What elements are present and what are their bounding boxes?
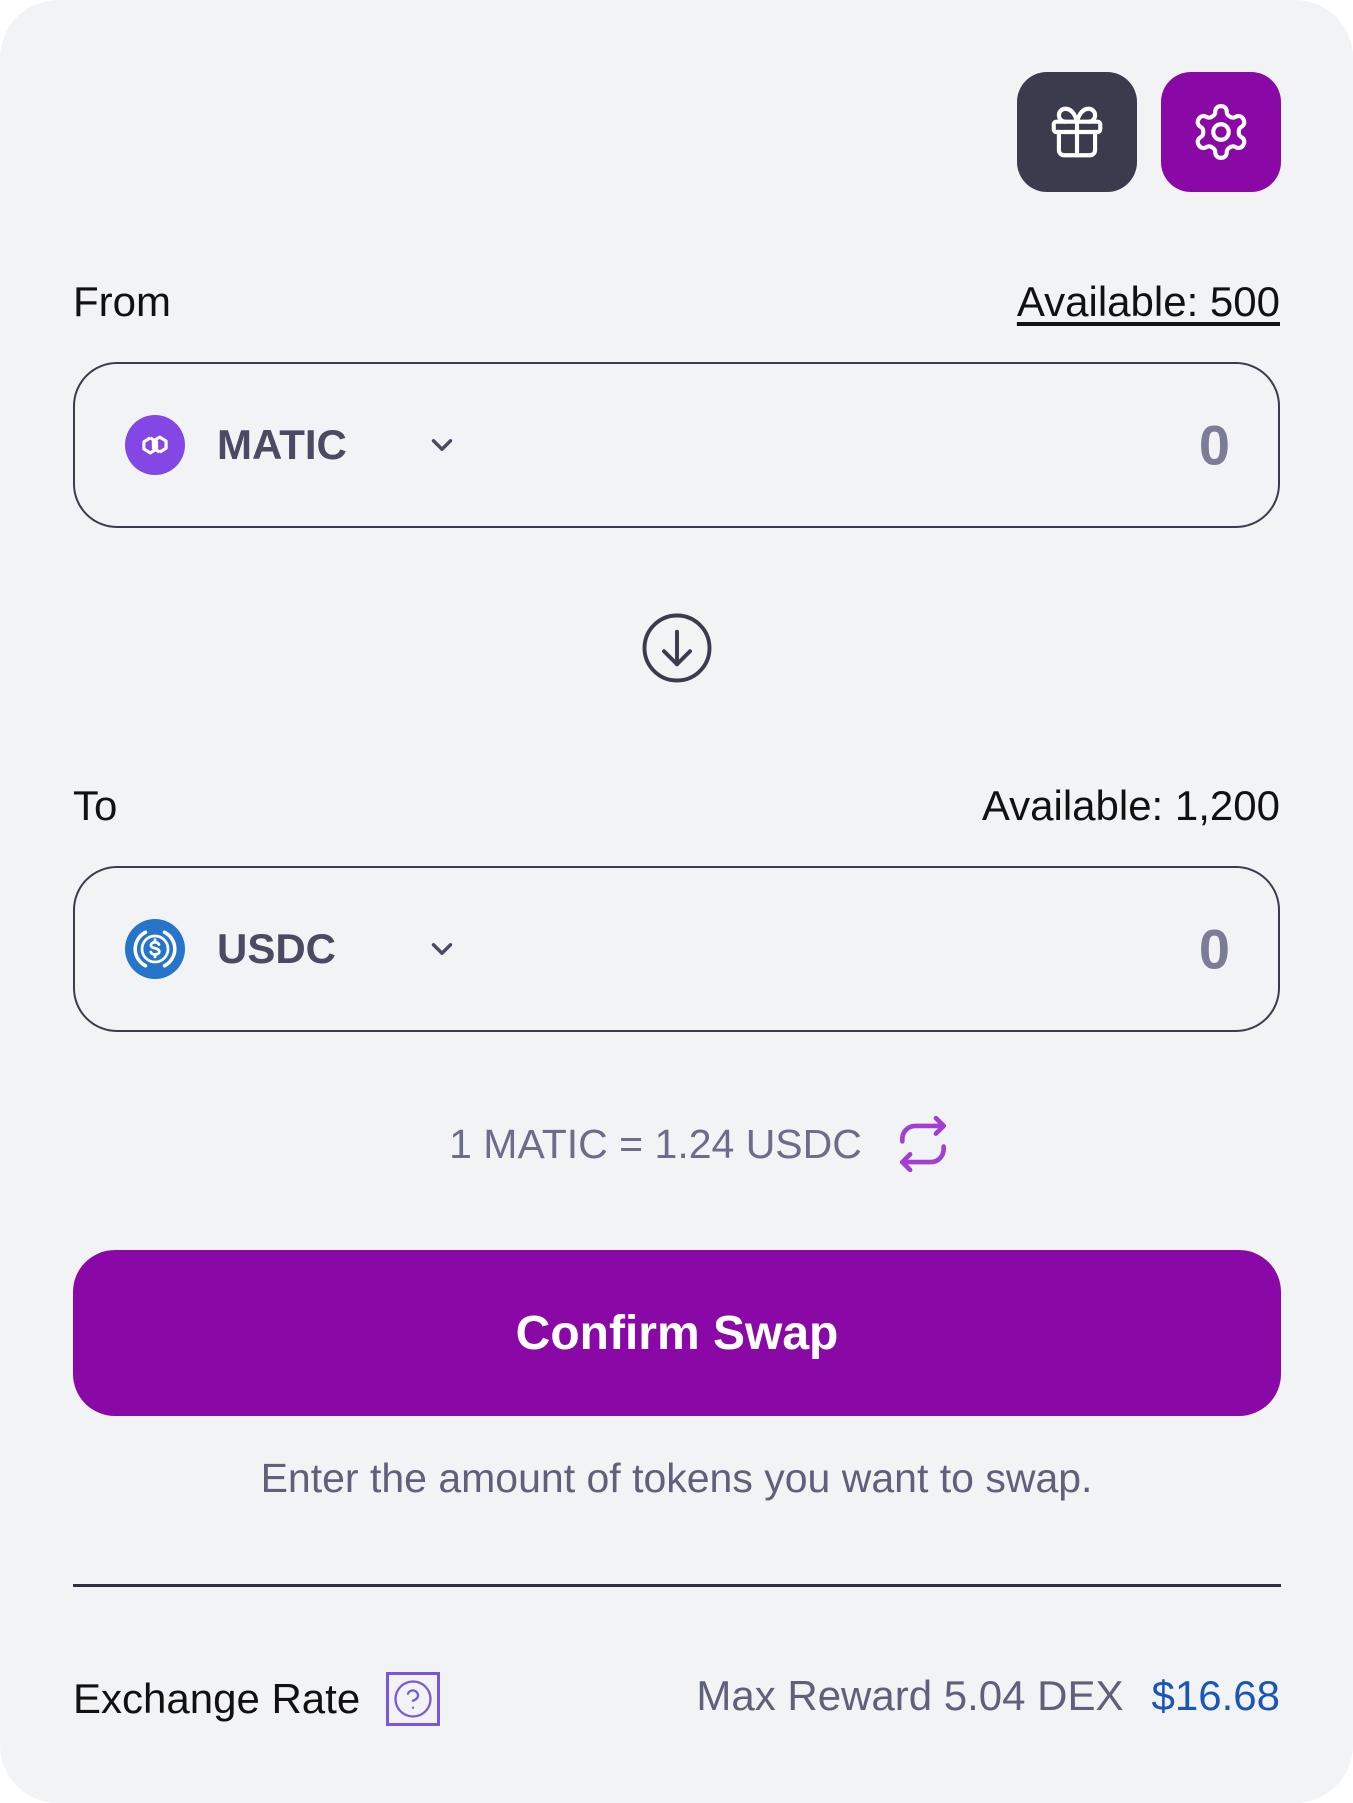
question-icon [394, 1680, 432, 1718]
divider [73, 1584, 1281, 1587]
helper-text: Enter the amount of tokens you want to s… [260, 1455, 1093, 1501]
to-label: To [73, 782, 118, 829]
max-reward-value: $16.68 [1151, 1672, 1280, 1719]
from-amount-input[interactable] [932, 411, 1232, 479]
help-button[interactable] [386, 1672, 441, 1726]
to-token-field: USDC [73, 866, 1280, 1032]
rate-row: 1 MATIC = 1.24 USDC [0, 1113, 1353, 1175]
chevron-down-icon [425, 932, 459, 966]
to-amount-input[interactable] [932, 915, 1232, 983]
from-token-symbol: MATIC [217, 421, 347, 468]
arrow-down-circle-icon [642, 613, 712, 683]
from-label: From [73, 278, 171, 325]
from-token-selector[interactable]: MATIC [125, 415, 459, 475]
gift-icon [1051, 106, 1103, 158]
refresh-rate-button[interactable] [892, 1113, 954, 1175]
max-reward: Max Reward 5.04 DEX $16.68 [696, 1672, 1280, 1720]
exchange-rate-label: Exchange Rate [73, 1675, 361, 1722]
refresh-icon [899, 1115, 946, 1173]
rewards-button[interactable] [1017, 72, 1137, 192]
to-token-selector[interactable]: USDC [125, 919, 459, 979]
gear-icon [1195, 104, 1247, 160]
exchange-rate-text: 1 MATIC = 1.24 USDC [449, 1120, 862, 1167]
usdc-logo-icon [125, 919, 185, 979]
from-token-field: MATIC [73, 362, 1280, 528]
confirm-swap-button[interactable]: Confirm Swap [73, 1250, 1281, 1416]
polygon-logo-icon [125, 415, 185, 475]
swap-card: From Available: 500 MATIC 0 To Available… [0, 0, 1353, 1803]
chevron-down-icon [425, 428, 459, 462]
from-available-balance[interactable]: Available: 500 [1017, 281, 1280, 323]
exchange-rate-info: Exchange Rate [73, 1672, 441, 1726]
to-token-symbol: USDC [217, 925, 337, 972]
max-reward-text: Max Reward 5.04 DEX [696, 1672, 1124, 1719]
to-available-balance: Available: 1,200 [981, 782, 1280, 829]
settings-button[interactable] [1161, 72, 1281, 192]
swap-direction-button[interactable] [638, 609, 716, 687]
